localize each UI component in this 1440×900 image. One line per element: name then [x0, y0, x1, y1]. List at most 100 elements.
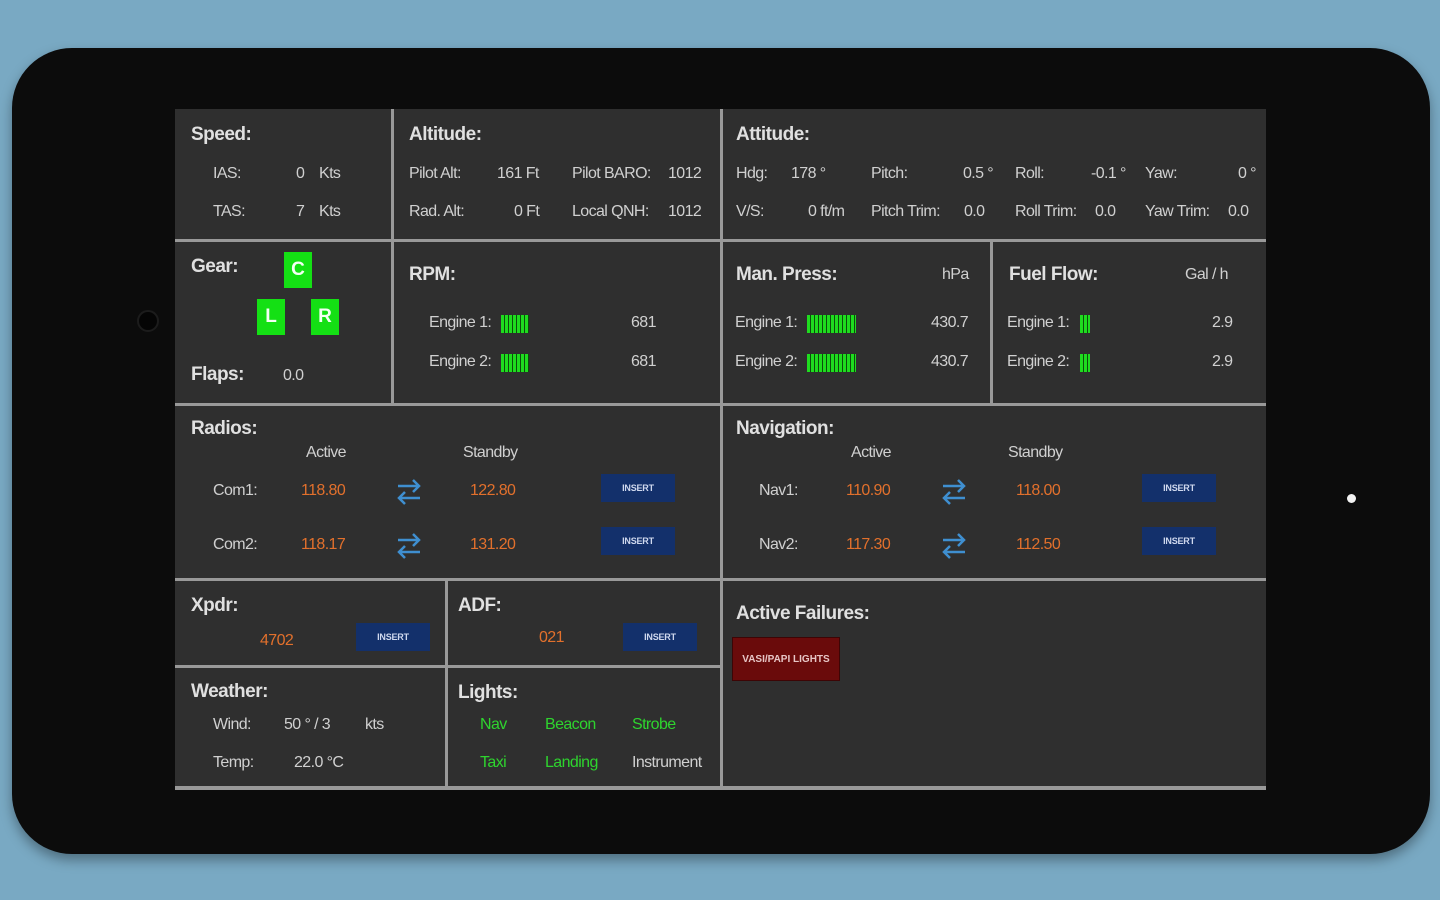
adf-panel: ADF: 021 INSERT: [448, 581, 720, 665]
navigation-title: Navigation:: [736, 418, 834, 439]
fuel-flow-panel: Fuel Flow: Gal / h Engine 1: 2.9 Engine …: [993, 242, 1266, 403]
wind-value: 50 ° / 3: [284, 716, 331, 733]
nav1-insert-button[interactable]: INSERT: [1142, 474, 1216, 502]
roll-label: Roll:: [1015, 165, 1045, 182]
light-beacon-toggle[interactable]: Beacon: [545, 716, 596, 734]
com1-swap-icon[interactable]: [395, 476, 423, 508]
man-press-title: Man. Press:: [736, 264, 838, 285]
fuel-flow-engine2-bar: [1080, 354, 1090, 372]
altitude-title: Altitude:: [409, 124, 482, 145]
rpm-engine1-label: Engine 1:: [429, 314, 492, 331]
xpdr-title: Xpdr:: [191, 595, 239, 616]
rad-alt-label: Rad. Alt:: [409, 203, 465, 220]
yaw-value: 0 °: [1238, 165, 1257, 182]
xpdr-insert-button[interactable]: INSERT: [356, 623, 430, 651]
roll-trim-value: 0.0: [1095, 203, 1116, 220]
man-press-panel: Man. Press: hPa Engine 1: 430.7 Engine 2…: [723, 242, 990, 403]
nav2-standby-frequency[interactable]: 112.50: [1016, 536, 1061, 554]
rpm-title: RPM:: [409, 264, 456, 285]
com2-insert-button[interactable]: INSERT: [601, 527, 675, 555]
com2-active-frequency[interactable]: 118.17: [301, 536, 346, 554]
speed-title: Speed:: [191, 124, 252, 145]
altitude-panel: Altitude: Pilot Alt: 161 Ft Rad. Alt: 0 …: [394, 109, 720, 239]
fuel-flow-engine1-label: Engine 1:: [1007, 314, 1070, 331]
attitude-panel: Attitude: Hdg: 178 ° Pitch: 0.5 ° Roll: …: [723, 109, 1266, 239]
pitch-value: 0.5 °: [963, 165, 994, 182]
nav1-label: Nav1:: [759, 482, 798, 499]
gear-center-indicator: C: [284, 252, 312, 288]
nav2-insert-button[interactable]: INSERT: [1142, 527, 1216, 555]
man-press-engine1-bar: [807, 315, 856, 333]
sensor-dot: [1347, 494, 1356, 503]
nav1-active-frequency[interactable]: 110.90: [846, 482, 891, 500]
weather-title: Weather:: [191, 681, 268, 702]
com1-insert-button[interactable]: INSERT: [601, 474, 675, 502]
rpm-engine2-bar: [501, 354, 529, 372]
rpm-engine1-bar: [501, 315, 529, 333]
vs-value: 0 ft/m: [808, 203, 845, 220]
camera-icon: [137, 310, 159, 332]
com1-standby-frequency[interactable]: 122.80: [470, 482, 516, 500]
yaw-trim-value: 0.0: [1228, 203, 1249, 220]
man-press-unit: hPa: [942, 266, 969, 283]
rad-alt-value: 0 Ft: [514, 203, 540, 220]
attitude-title: Attitude:: [736, 124, 810, 145]
man-press-engine1-label: Engine 1:: [735, 314, 798, 331]
fuel-flow-engine2-value: 2.9: [1212, 353, 1233, 370]
pilot-alt-label: Pilot Alt:: [409, 165, 461, 182]
hdg-label: Hdg:: [736, 165, 768, 182]
failure-vasi-papi-button[interactable]: VASI/PAPI LIGHTS: [732, 637, 840, 681]
rpm-engine2-label: Engine 2:: [429, 353, 492, 370]
pitch-trim-label: Pitch Trim:: [871, 203, 941, 220]
adf-title: ADF:: [458, 595, 502, 616]
wind-unit: kts: [365, 716, 384, 733]
com2-standby-frequency[interactable]: 131.20: [470, 536, 516, 554]
com1-label: Com1:: [213, 482, 258, 499]
active-failures-panel: Active Failures: VASI/PAPI LIGHTS: [723, 581, 1266, 786]
gear-left-indicator: L: [257, 299, 285, 335]
roll-value: -0.1 °: [1091, 165, 1126, 182]
light-landing-toggle[interactable]: Landing: [545, 754, 598, 772]
ias-value: 0: [296, 165, 305, 182]
radios-active-header: Active: [306, 444, 347, 461]
man-press-engine2-value: 430.7: [931, 353, 969, 370]
xpdr-code[interactable]: 4702: [260, 632, 294, 650]
pilot-baro-label: Pilot BARO:: [572, 165, 651, 182]
vs-label: V/S:: [736, 203, 764, 220]
pilot-alt-value: 161 Ft: [497, 165, 539, 182]
nav2-swap-icon[interactable]: [940, 530, 968, 562]
fuel-flow-unit: Gal / h: [1185, 266, 1229, 283]
nav1-standby-frequency[interactable]: 118.00: [1016, 482, 1061, 500]
fuel-flow-engine1-value: 2.9: [1212, 314, 1233, 331]
rpm-engine2-value: 681: [631, 353, 657, 370]
pitch-label: Pitch:: [871, 165, 908, 182]
flaps-value: 0.0: [283, 367, 304, 384]
com2-label: Com2:: [213, 536, 258, 553]
nav2-active-frequency[interactable]: 117.30: [846, 536, 891, 554]
man-press-engine1-value: 430.7: [931, 314, 969, 331]
com2-swap-icon[interactable]: [395, 530, 423, 562]
pitch-trim-value: 0.0: [964, 203, 985, 220]
light-strobe-toggle[interactable]: Strobe: [632, 716, 676, 734]
rpm-panel: RPM: Engine 1: 681 Engine 2: 681: [394, 242, 720, 403]
temp-value: 22.0 °C: [294, 754, 344, 771]
light-instrument-toggle[interactable]: Instrument: [632, 754, 702, 772]
adf-insert-button[interactable]: INSERT: [623, 623, 697, 651]
adf-frequency[interactable]: 021: [539, 629, 565, 647]
hdg-value: 178 °: [791, 165, 826, 182]
light-nav-toggle[interactable]: Nav: [480, 716, 507, 734]
navigation-standby-header: Standby: [1008, 444, 1063, 461]
man-press-engine2-bar: [807, 354, 856, 372]
radios-title: Radios:: [191, 418, 258, 439]
yaw-trim-label: Yaw Trim:: [1145, 203, 1210, 220]
local-qnh-value: 1012: [668, 203, 702, 220]
fuel-flow-engine2-label: Engine 2:: [1007, 353, 1070, 370]
speed-panel: Speed: IAS: 0 Kts TAS: 7 Kts: [175, 109, 391, 239]
tas-value: 7: [296, 203, 305, 220]
nav1-swap-icon[interactable]: [940, 476, 968, 508]
com1-active-frequency[interactable]: 118.80: [301, 482, 346, 500]
wind-label: Wind:: [213, 716, 252, 733]
man-press-engine2-label: Engine 2:: [735, 353, 798, 370]
light-taxi-toggle[interactable]: Taxi: [480, 754, 507, 772]
tas-unit: Kts: [319, 203, 341, 220]
